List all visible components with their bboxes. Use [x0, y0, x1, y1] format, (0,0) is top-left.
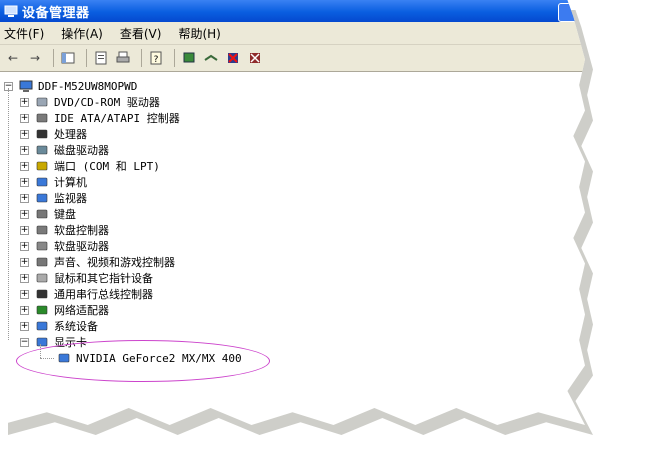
- tree-item-mouse-pointer[interactable]: + 鼠标和其它指针设备: [20, 270, 153, 286]
- computer-icon: [34, 175, 50, 189]
- tree-item-floppy-drive[interactable]: + 软盘驱动器: [20, 238, 109, 254]
- tree-item-network-adapter[interactable]: + 网络适配器: [20, 302, 109, 318]
- dvd-drive-icon: [34, 95, 50, 109]
- device-tree: − DDF-M52UW8MOPWD + DVD/CD-ROM 驱动器 + IDE ATA/…: [0, 72, 585, 365]
- tree-item-sound-video-game[interactable]: + 声音、视频和游戏控制器: [20, 254, 175, 270]
- toolbar: ← → ?: [0, 45, 585, 72]
- tree-item-disk-drive[interactable]: + 磁盘驱动器: [20, 142, 109, 158]
- tree-item-label: 网络适配器: [54, 304, 109, 317]
- expand-icon[interactable]: +: [20, 321, 29, 331]
- tree-connector: [8, 88, 9, 340]
- keyboard-icon: [34, 207, 50, 221]
- tree-item-ide-ata[interactable]: + IDE ATA/ATAPI 控制器: [20, 110, 180, 126]
- uninstall-device-icon[interactable]: [246, 49, 264, 67]
- tree-item-label: DDF-M52UW8MOPWD: [38, 79, 138, 93]
- tree-item-label: 端口 (COM 和 LPT): [54, 160, 160, 173]
- expand-icon[interactable]: +: [20, 241, 29, 251]
- mouse-icon: [34, 271, 50, 285]
- tree-item-ports[interactable]: + 端口 (COM 和 LPT): [20, 158, 160, 174]
- expand-icon[interactable]: +: [20, 289, 29, 299]
- tree-item-floppy-controller[interactable]: + 软盘控制器: [20, 222, 109, 238]
- tree-item-label: DVD/CD-ROM 驱动器: [54, 96, 160, 109]
- show-hide-tree-icon[interactable]: [59, 49, 77, 67]
- disable-device-icon[interactable]: [224, 49, 242, 67]
- tree-item-dvd-cdrom[interactable]: + DVD/CD-ROM 驱动器: [20, 94, 160, 110]
- update-driver-icon[interactable]: [202, 49, 220, 67]
- collapse-icon[interactable]: −: [20, 337, 29, 347]
- expand-icon[interactable]: +: [20, 129, 29, 139]
- forward-icon[interactable]: →: [26, 49, 44, 67]
- sound-icon: [34, 255, 50, 269]
- help-icon[interactable]: ?: [147, 49, 165, 67]
- expand-icon[interactable]: +: [20, 177, 29, 187]
- expand-icon[interactable]: +: [20, 145, 29, 155]
- expand-icon[interactable]: +: [20, 273, 29, 283]
- tree-item-usb-controller[interactable]: + 通用串行总线控制器: [20, 286, 153, 302]
- tree-item-system-devices[interactable]: + 系统设备: [20, 318, 98, 334]
- tree-item-label: 键盘: [54, 208, 76, 221]
- processor-icon: [34, 127, 50, 141]
- tree-item-label: 声音、视频和游戏控制器: [54, 256, 175, 269]
- tree-item-label: 通用串行总线控制器: [54, 288, 153, 301]
- window-title: 设备管理器: [22, 5, 90, 21]
- ide-controller-icon: [34, 111, 50, 125]
- menu-view[interactable]: 查看(V): [120, 25, 162, 42]
- tree-item-label: 软盘驱动器: [54, 240, 109, 253]
- tree-item-computer[interactable]: + 计算机: [20, 174, 87, 190]
- tree-item-label: 软盘控制器: [54, 224, 109, 237]
- expand-icon[interactable]: +: [20, 161, 29, 171]
- usb-icon: [34, 287, 50, 301]
- tree-item-processor[interactable]: + 处理器: [20, 126, 87, 142]
- expand-icon[interactable]: +: [20, 113, 29, 123]
- menu-file[interactable]: 文件(F): [4, 25, 44, 42]
- computer-icon: [18, 79, 34, 93]
- monitor-icon: [34, 191, 50, 205]
- properties-icon[interactable]: [92, 49, 110, 67]
- tree-item-label: 系统设备: [54, 320, 98, 333]
- tree-item-label: 处理器: [54, 128, 87, 141]
- print-icon[interactable]: [114, 49, 132, 67]
- back-icon[interactable]: ←: [4, 49, 22, 67]
- toolbar-separator: [141, 49, 142, 67]
- toolbar-separator: [53, 49, 54, 67]
- disk-drive-icon: [34, 143, 50, 157]
- highlight-ellipse: [16, 340, 270, 382]
- tree-item-label: 磁盘驱动器: [54, 144, 109, 157]
- menu-bar: 文件(F) 操作(A) 查看(V) 帮助(H): [0, 22, 585, 45]
- tree-root[interactable]: − DDF-M52UW8MOPWD: [4, 78, 137, 94]
- expand-icon[interactable]: +: [20, 257, 29, 267]
- menu-action[interactable]: 操作(A): [61, 25, 103, 42]
- port-icon: [34, 159, 50, 173]
- svg-text:?: ?: [154, 55, 159, 65]
- network-adapter-icon: [34, 303, 50, 317]
- expand-icon[interactable]: +: [20, 193, 29, 203]
- tree-item-label: 鼠标和其它指针设备: [54, 272, 153, 285]
- toolbar-separator: [174, 49, 175, 67]
- floppy-controller-icon: [34, 223, 50, 237]
- toolbar-separator: [86, 49, 87, 67]
- tree-item-label: IDE ATA/ATAPI 控制器: [54, 112, 180, 125]
- expand-icon[interactable]: +: [20, 225, 29, 235]
- device-manager-icon: [4, 5, 18, 17]
- tree-item-label: 监视器: [54, 192, 87, 205]
- tree-item-label: 计算机: [54, 176, 87, 189]
- menu-help[interactable]: 帮助(H): [178, 25, 220, 42]
- expand-icon[interactable]: +: [20, 97, 29, 107]
- expand-icon[interactable]: +: [20, 305, 29, 315]
- title-bar[interactable]: 设备管理器: [0, 0, 585, 22]
- scan-hardware-icon[interactable]: [180, 49, 198, 67]
- floppy-drive-icon: [34, 239, 50, 253]
- tree-item-monitor[interactable]: + 监视器: [20, 190, 87, 206]
- system-device-icon: [34, 319, 50, 333]
- expand-icon[interactable]: +: [20, 209, 29, 219]
- tree-item-keyboard[interactable]: + 键盘: [20, 206, 76, 222]
